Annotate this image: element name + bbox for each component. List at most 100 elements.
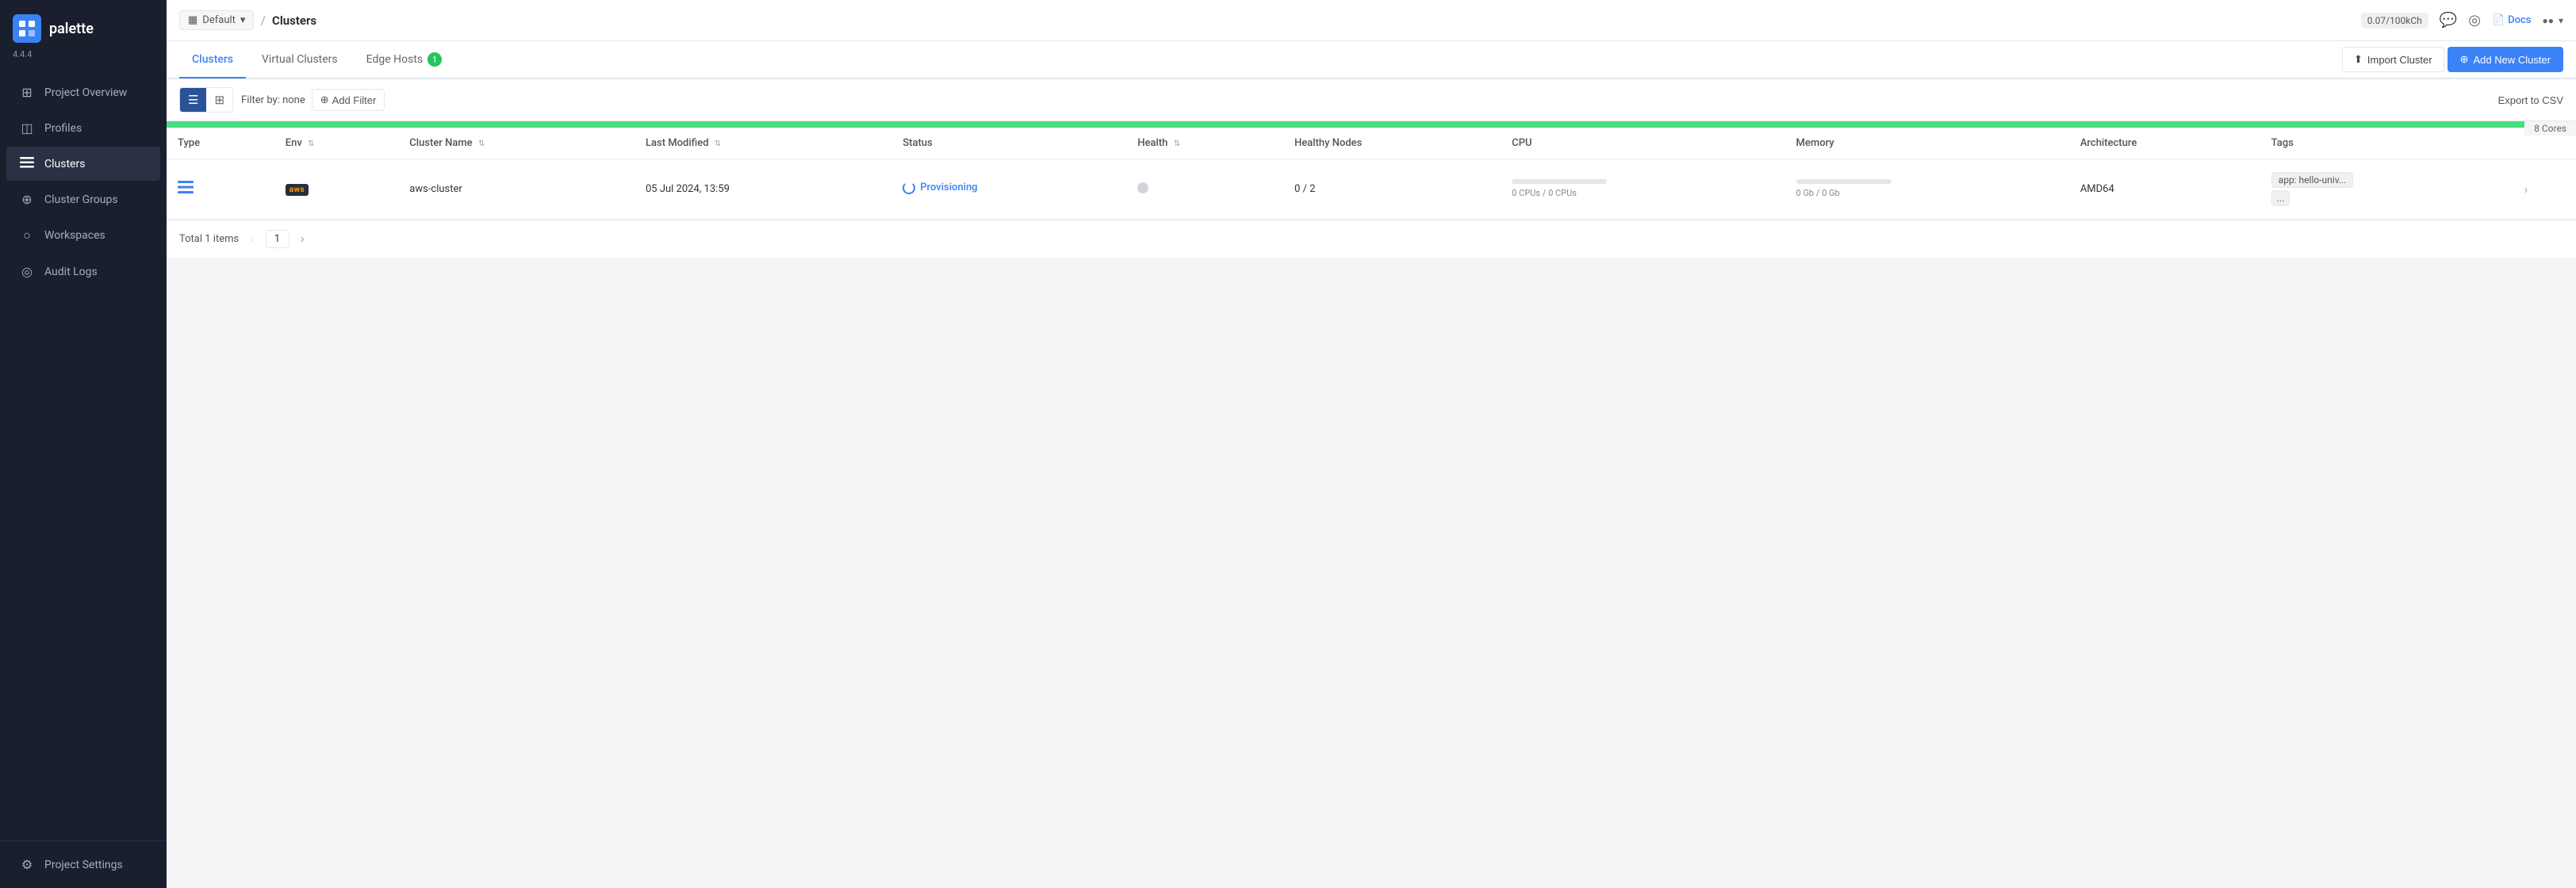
profiles-icon: ◫ bbox=[19, 121, 35, 136]
audit-logs-icon: ◎ bbox=[19, 264, 35, 279]
col-cluster-name[interactable]: Cluster Name ⇅ bbox=[398, 128, 634, 159]
sidebar-item-clusters[interactable]: Clusters bbox=[6, 147, 160, 181]
cluster-groups-icon: ⊕ bbox=[19, 192, 35, 207]
col-type: Type bbox=[167, 128, 274, 159]
chevron-down-icon: ▾ bbox=[240, 14, 246, 26]
filter-label: Filter by: none bbox=[241, 94, 305, 106]
clusters-icon bbox=[19, 156, 35, 171]
pagination-prev-button[interactable]: ‹ bbox=[245, 231, 259, 248]
col-status: Status bbox=[891, 128, 1126, 159]
tab-clusters[interactable]: Clusters bbox=[179, 42, 246, 78]
pagination-total: Total 1 items bbox=[179, 233, 239, 245]
tag-more: ... bbox=[2271, 190, 2290, 206]
tag-badge: app: hello-univ... bbox=[2271, 172, 2354, 188]
last-modified-text: 05 Jul 2024, 13:59 bbox=[646, 183, 730, 195]
add-new-cluster-button[interactable]: ⊕ Add New Cluster bbox=[2448, 47, 2563, 72]
cpu-bar-container: 0 CPUs / 0 CPUs bbox=[1512, 179, 1607, 199]
settings-icon: ⚙ bbox=[19, 857, 35, 872]
grid-small-icon: ▦ bbox=[188, 14, 197, 26]
bookmark-icon[interactable]: ◎ bbox=[2468, 12, 2481, 29]
progress-section: 8 Cores bbox=[167, 121, 2576, 128]
sidebar-item-workspaces[interactable]: ○ Workspaces bbox=[6, 218, 160, 253]
sidebar-label-workspaces: Workspaces bbox=[44, 229, 105, 242]
docs-book-icon: 📄 bbox=[2492, 14, 2505, 26]
add-new-cluster-label: Add New Cluster bbox=[2473, 54, 2551, 66]
user-avatar-icon: ●● bbox=[2542, 15, 2554, 26]
tab-virtual-clusters-label: Virtual Clusters bbox=[262, 53, 338, 66]
col-memory: Memory bbox=[1785, 128, 2069, 159]
sidebar-label-profiles: Profiles bbox=[44, 122, 82, 135]
sidebar-item-project-settings[interactable]: ⚙ Project Settings bbox=[6, 848, 160, 882]
plus-circle-icon: ⊕ bbox=[320, 94, 329, 106]
tab-virtual-clusters[interactable]: Virtual Clusters bbox=[249, 42, 351, 78]
sidebar-item-cluster-groups[interactable]: ⊕ Cluster Groups bbox=[6, 182, 160, 216]
add-filter-button[interactable]: ⊕ Add Filter bbox=[312, 89, 385, 111]
docs-label: Docs bbox=[2508, 14, 2531, 26]
sidebar-item-audit-logs[interactable]: ◎ Audit Logs bbox=[6, 255, 160, 289]
architecture-text: AMD64 bbox=[2080, 183, 2114, 195]
app-name: palette bbox=[49, 21, 94, 37]
cluster-table: Type Env ⇅ Cluster Name ⇅ Last Modified … bbox=[167, 128, 2576, 220]
main-content: ▦ Default ▾ / Clusters 0.07/100kCh 💬 ◎ 📄… bbox=[167, 0, 2576, 888]
export-csv-button[interactable]: Export to CSV bbox=[2498, 94, 2563, 106]
pagination-next-button[interactable]: › bbox=[296, 231, 309, 248]
tabbar: Clusters Virtual Clusters Edge Hosts 1 ⬆… bbox=[167, 41, 2576, 79]
tab-edge-hosts-label: Edge Hosts bbox=[366, 53, 423, 66]
docs-link[interactable]: 📄 Docs bbox=[2492, 14, 2532, 26]
col-architecture: Architecture bbox=[2069, 128, 2260, 159]
progress-bar bbox=[167, 121, 2576, 128]
tab-edge-hosts[interactable]: Edge Hosts 1 bbox=[354, 41, 454, 79]
cluster-type-icon bbox=[178, 181, 194, 197]
view-toggle: ☰ ⊞ bbox=[179, 87, 233, 113]
table-row[interactable]: aws aws-cluster 05 Jul 2024, 13:59 Provi… bbox=[167, 159, 2576, 220]
cell-cpu: 0 CPUs / 0 CPUs bbox=[1501, 159, 1784, 220]
chat-icon[interactable]: 💬 bbox=[2440, 12, 2457, 29]
user-area[interactable]: ●● ▾ bbox=[2542, 15, 2563, 26]
cores-badge: 8 Cores bbox=[2524, 121, 2576, 136]
grid-icon: ⊞ bbox=[19, 85, 35, 100]
breadcrumb: ▦ Default ▾ / Clusters bbox=[179, 10, 2352, 30]
sidebar-item-project-overview[interactable]: ⊞ Project Overview bbox=[6, 75, 160, 109]
aws-badge: aws bbox=[286, 184, 309, 196]
pagination: Total 1 items ‹ 1 › bbox=[167, 220, 2576, 258]
sidebar-label-project-overview: Project Overview bbox=[44, 86, 127, 99]
logo-icon bbox=[13, 14, 41, 43]
list-view-button[interactable]: ☰ bbox=[180, 88, 206, 112]
toolbar: ☰ ⊞ Filter by: none ⊕ Add Filter Export … bbox=[167, 79, 2576, 121]
sidebar-label-clusters: Clusters bbox=[44, 158, 85, 170]
cell-row-arrow[interactable]: › bbox=[2513, 159, 2576, 220]
table-body: aws aws-cluster 05 Jul 2024, 13:59 Provi… bbox=[167, 159, 2576, 220]
cell-status: Provisioning bbox=[891, 159, 1126, 220]
import-cluster-button[interactable]: ⬆ Import Cluster bbox=[2342, 47, 2444, 72]
sort-env-icon: ⇅ bbox=[308, 140, 314, 148]
topbar: ▦ Default ▾ / Clusters 0.07/100kCh 💬 ◎ 📄… bbox=[167, 0, 2576, 41]
content-area: 8 Cores Type Env ⇅ Cluster Name ⇅ bbox=[167, 121, 2576, 888]
sidebar: palette 4.4.4 ⊞ Project Overview ◫ Profi… bbox=[0, 0, 167, 888]
cell-health bbox=[1126, 159, 1283, 220]
filter-area: Filter by: none ⊕ Add Filter bbox=[241, 89, 1362, 111]
sort-cluster-name-icon: ⇅ bbox=[478, 140, 485, 148]
row-expand-icon[interactable]: › bbox=[2524, 182, 2528, 197]
chevron-down-icon: ▾ bbox=[2559, 15, 2563, 26]
col-last-modified[interactable]: Last Modified ⇅ bbox=[634, 128, 891, 159]
add-filter-label: Add Filter bbox=[332, 94, 377, 106]
plus-icon: ⊕ bbox=[2460, 53, 2469, 66]
cell-cluster-name: aws-cluster bbox=[398, 159, 634, 220]
cpu-label: 0 CPUs / 0 CPUs bbox=[1512, 188, 1577, 198]
grid-view-button[interactable]: ⊞ bbox=[206, 88, 232, 112]
sidebar-item-profiles[interactable]: ◫ Profiles bbox=[6, 111, 160, 145]
workspace-selector[interactable]: ▦ Default ▾ bbox=[179, 10, 254, 30]
tags-container: app: hello-univ... ... bbox=[2271, 172, 2502, 206]
sidebar-bottom: ⚙ Project Settings bbox=[0, 840, 167, 888]
memory-bar-container: 0 Gb / 0 Gb bbox=[1796, 179, 1892, 199]
import-icon: ⬆ bbox=[2354, 53, 2363, 66]
logo-area: palette bbox=[0, 0, 167, 48]
sidebar-label-audit-logs: Audit Logs bbox=[44, 266, 98, 278]
sort-last-modified-icon: ⇅ bbox=[715, 140, 721, 148]
status-provisioning: Provisioning bbox=[903, 182, 977, 194]
col-env[interactable]: Env ⇅ bbox=[274, 128, 399, 159]
col-health[interactable]: Health ⇅ bbox=[1126, 128, 1283, 159]
edge-hosts-badge: 1 bbox=[427, 52, 442, 67]
memory-bar-bg bbox=[1796, 179, 1892, 184]
col-healthy-nodes: Healthy Nodes bbox=[1283, 128, 1501, 159]
